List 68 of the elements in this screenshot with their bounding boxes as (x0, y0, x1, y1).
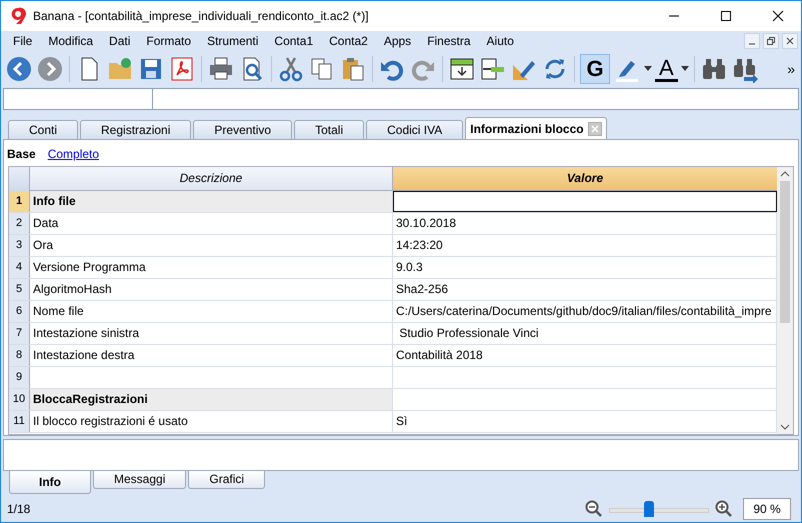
tab[interactable]: Registrazioni (80, 120, 192, 139)
menu-item[interactable]: Modifica (40, 34, 102, 48)
table-cell: AlgoritmoHash (30, 279, 393, 300)
table-cell: Ora (30, 235, 393, 256)
restore-icon[interactable] (763, 33, 779, 49)
column-header[interactable]: Valore (393, 167, 777, 191)
tab[interactable]: Codici IVA (366, 120, 464, 139)
close-icon[interactable] (772, 10, 784, 22)
tab[interactable]: Grafici (188, 471, 266, 489)
minimize-icon[interactable] (744, 33, 760, 49)
table-cell: Intestazione sinistra (30, 323, 393, 344)
row-number[interactable]: 10 (9, 389, 30, 410)
menu-item[interactable]: Conta2 (321, 34, 376, 48)
scroll-down-icon[interactable] (780, 423, 790, 431)
tab[interactable]: Conti (8, 120, 78, 139)
menu-item[interactable]: Conta1 (266, 34, 322, 48)
menu-item[interactable]: Strumenti (199, 34, 266, 48)
window-title: Banana - [contabilità_imprese_individuali_rendiconto_it.ac2 (*)] (33, 9, 369, 23)
row-number[interactable]: 4 (9, 257, 30, 278)
scroll-up-icon[interactable] (780, 170, 790, 178)
vertical-scrollbar[interactable] (777, 167, 793, 434)
row-number[interactable]: 9 (9, 367, 30, 388)
tab[interactable]: Messaggi (93, 471, 186, 489)
toolbar-overflow-button[interactable]: » (787, 61, 801, 77)
back-icon[interactable] (5, 55, 33, 83)
row-number[interactable]: 8 (9, 345, 30, 366)
row-number[interactable]: 5 (9, 279, 30, 300)
dropdown-caret-icon[interactable] (644, 66, 652, 72)
bold-button[interactable]: G (580, 54, 610, 84)
table-cell: BloccaRegistrazioni (30, 389, 393, 410)
dropdown-caret-icon[interactable] (680, 66, 689, 72)
column-header[interactable]: Descrizione (30, 167, 393, 191)
view-link[interactable]: Base (7, 147, 36, 161)
menu-item[interactable]: File (5, 34, 40, 48)
zoom-out-icon[interactable] (585, 500, 603, 518)
forward-icon[interactable] (36, 55, 64, 83)
zoom-field[interactable]: 90 % (743, 498, 791, 520)
menu-item[interactable]: Aiuto (478, 34, 522, 48)
table-cell: Nome file (30, 301, 393, 322)
page-indicator: 1/18 (7, 502, 30, 516)
maximize-icon[interactable] (720, 10, 732, 22)
table-cell: Versione Programma (30, 257, 393, 278)
tab[interactable]: Info (9, 471, 91, 494)
font-color-button[interactable]: A (655, 56, 678, 82)
row-number[interactable]: 6 (9, 301, 30, 322)
row-number[interactable]: 3 (9, 235, 30, 256)
tab[interactable]: Preventivo (193, 120, 292, 139)
cell-reference-field[interactable] (3, 88, 153, 110)
tab[interactable]: Totali (294, 120, 364, 139)
tab[interactable]: Informazioni blocco (465, 117, 607, 139)
cell-content-field[interactable] (153, 88, 799, 110)
view-link[interactable]: Completo (48, 147, 100, 161)
row-number[interactable]: 7 (9, 323, 30, 344)
row-number[interactable]: 2 (9, 213, 30, 234)
zoom-in-icon[interactable] (715, 500, 733, 518)
table-cell: Info file (30, 191, 393, 212)
menu-item[interactable]: Dati (101, 34, 138, 48)
row-number[interactable]: 1 (9, 191, 30, 212)
table-cell: Data (30, 213, 393, 234)
zoom-slider[interactable] (609, 498, 709, 518)
cut-icon[interactable] (277, 55, 305, 83)
menu-item[interactable]: Formato (138, 34, 200, 48)
menu-item[interactable]: Apps (376, 34, 420, 48)
app-logo-icon (9, 7, 27, 25)
row-number[interactable]: 11 (9, 411, 30, 432)
table-cell: Intestazione destra (30, 345, 393, 366)
menu-item[interactable]: Finestra (419, 34, 479, 48)
table-cell: Il blocco registrazioni é usato (30, 411, 393, 432)
